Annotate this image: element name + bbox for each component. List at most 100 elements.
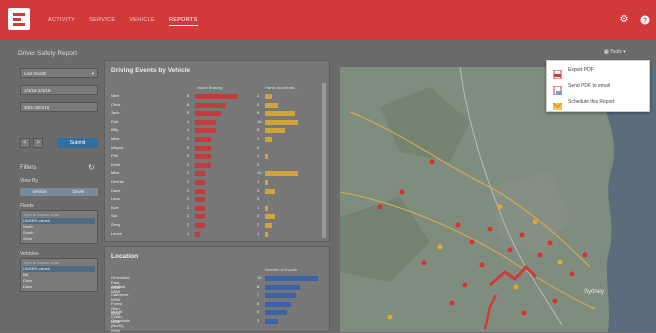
- harsh-braking-value: 2: [187, 187, 190, 193]
- harsh-accel-value: 2: [257, 136, 260, 141]
- tools-label: Tools: [610, 49, 622, 55]
- send-pdf-email-label: Send PDF to email: [568, 83, 610, 89]
- harsh-braking-bar: [195, 154, 211, 160]
- tools-dropdown: Export PDF Send PDF to email Schedule th…: [546, 60, 650, 112]
- harsh-braking-bar: [195, 119, 216, 125]
- vehicle-name: Wayne: [111, 144, 124, 150]
- harsh-braking-value: 6: [187, 101, 190, 107]
- vehicle-name: Keith: [111, 161, 121, 167]
- event-count-bar: [265, 293, 296, 299]
- send-pdf-email-item[interactable]: Send PDF to email: [553, 80, 649, 96]
- export-pdf-item[interactable]: Export PDF: [553, 64, 649, 80]
- harsh-braking-value: 3: [187, 136, 190, 141]
- vehicle-name: Jack: [111, 110, 120, 116]
- nav-vehicle[interactable]: VEHICLE: [129, 17, 155, 26]
- harsh-braking-bar: [195, 231, 201, 237]
- harsh-accel-value: 1: [257, 230, 260, 236]
- charts-column: Driving Events by Vehicle Harsh Braking …: [104, 60, 330, 333]
- page-title: Driver Safety Report: [18, 50, 77, 57]
- list-item[interactable]: Dave: [23, 284, 95, 290]
- harsh-braking-value: 2: [187, 196, 190, 202]
- caret-down-icon: ▾: [623, 49, 626, 55]
- harsh-braking-value: 1: [187, 230, 190, 236]
- event-count-bar: [265, 319, 279, 324]
- vehicle-name: Phil: [111, 153, 118, 159]
- pdf-icon: [553, 66, 562, 80]
- harsh-braking-value: 2: [187, 213, 190, 219]
- harsh-accel-value: 0: [257, 144, 260, 150]
- harsh-braking-bar: [195, 128, 216, 134]
- harsh-braking-bar: [195, 188, 206, 194]
- vehicle-name: Billy: [111, 127, 119, 133]
- events-panel: Driving Events by Vehicle Harsh Braking …: [104, 60, 330, 242]
- schedule-icon: [552, 98, 563, 110]
- next-period-button[interactable]: >: [33, 138, 43, 148]
- fleets-list[interactable]: Type to search a list UNDER values North…: [20, 210, 98, 244]
- tools-menu-button[interactable]: ▦ Tools ▾: [604, 49, 626, 55]
- prev-period-button[interactable]: <: [20, 138, 30, 148]
- tools-icon: ▦: [604, 49, 609, 55]
- export-pdf-label: Export PDF: [568, 67, 594, 73]
- harsh-braking-value: 2: [187, 222, 190, 227]
- view-by-driver[interactable]: Driver: [59, 188, 98, 196]
- scrollbar[interactable]: [322, 83, 326, 238]
- vehicles-list[interactable]: Type to search a list UNDER values Bill …: [20, 258, 98, 292]
- harsh-accel-value: 4: [257, 101, 260, 107]
- harsh-accel-bar: [265, 94, 272, 99]
- chevron-down-icon: ▾: [91, 71, 94, 76]
- vehicle-name: Dave: [111, 187, 121, 193]
- vehicle-name: Lance: [111, 230, 122, 236]
- filters-label: Filters: [20, 165, 37, 171]
- nav-service[interactable]: SERVICE: [89, 17, 115, 26]
- submit-button[interactable]: Submit: [57, 138, 98, 148]
- view-by-label: View By: [20, 178, 38, 184]
- vehicle-name: Neel: [111, 93, 120, 98]
- harsh-braking-value: 8: [187, 93, 190, 98]
- harsh-braking-value: 4: [187, 127, 190, 133]
- period-select[interactable]: Last month ▾: [20, 68, 98, 78]
- harsh-accel-bar: [265, 205, 269, 211]
- vehicle-name: Chris: [111, 101, 121, 107]
- harsh-braking-bar: [195, 180, 206, 185]
- view-by-vehicle[interactable]: Vehicle: [20, 188, 59, 196]
- app-logo[interactable]: [8, 8, 30, 30]
- event-count-bar: [265, 284, 301, 290]
- help-icon[interactable]: ?: [640, 15, 650, 25]
- vehicle-name: Dennis: [111, 179, 124, 184]
- harsh-accel-bar: [265, 154, 269, 160]
- harsh-braking-value: 3: [187, 144, 190, 150]
- harsh-braking-value: 4: [187, 118, 190, 124]
- date-from-input[interactable]: 1/4/16-1/4/16: [20, 85, 98, 95]
- events-panel-title: Driving Events by Vehicle: [111, 67, 191, 74]
- map-city-label: Sydney: [584, 289, 604, 295]
- nav-activity[interactable]: ACTIVITY: [48, 17, 75, 26]
- harsh-accel-value: 1: [257, 179, 260, 184]
- column-header[interactable]: Harsh Braking: [197, 85, 222, 90]
- list-item[interactable]: West: [23, 236, 95, 242]
- vehicle-name: Rob: [111, 118, 119, 124]
- event-count: 12: [257, 275, 262, 280]
- harsh-accel-value: 3: [257, 187, 260, 193]
- date-to-input[interactable]: 30/4-30/4/16: [20, 102, 98, 112]
- gear-icon[interactable]: ⚙: [619, 15, 629, 25]
- location-panel-title: Location: [111, 253, 139, 260]
- harsh-braking-value: 2: [187, 179, 190, 184]
- column-header[interactable]: Number of Events: [265, 267, 297, 272]
- nav-reports[interactable]: REPORTS: [168, 17, 198, 26]
- harsh-accel-value: 9: [257, 110, 260, 116]
- vehicle-name: Leon: [111, 196, 120, 202]
- harsh-accel-value: 0: [257, 161, 260, 167]
- filters-sidebar: Last month ▾ 1/4/16-1/4/16 30/4-30/4/16 <…: [16, 65, 102, 332]
- harsh-braking-bar: [195, 94, 237, 99]
- harsh-braking-bar: [195, 162, 211, 168]
- harsh-accel-value: 3: [257, 213, 260, 219]
- event-count: 3: [257, 318, 260, 323]
- harsh-accel-bar: [265, 137, 272, 142]
- column-header[interactable]: Harsh Accelerati...: [265, 85, 297, 90]
- refresh-icon[interactable]: ↻: [88, 163, 95, 172]
- svg-text:?: ?: [643, 18, 647, 25]
- event-count-bar: [265, 301, 292, 307]
- vehicle-name: Greg: [111, 222, 120, 227]
- schedule-report-item[interactable]: Schedule this Report: [552, 96, 649, 110]
- vehicle-name: Kurt: [111, 204, 119, 210]
